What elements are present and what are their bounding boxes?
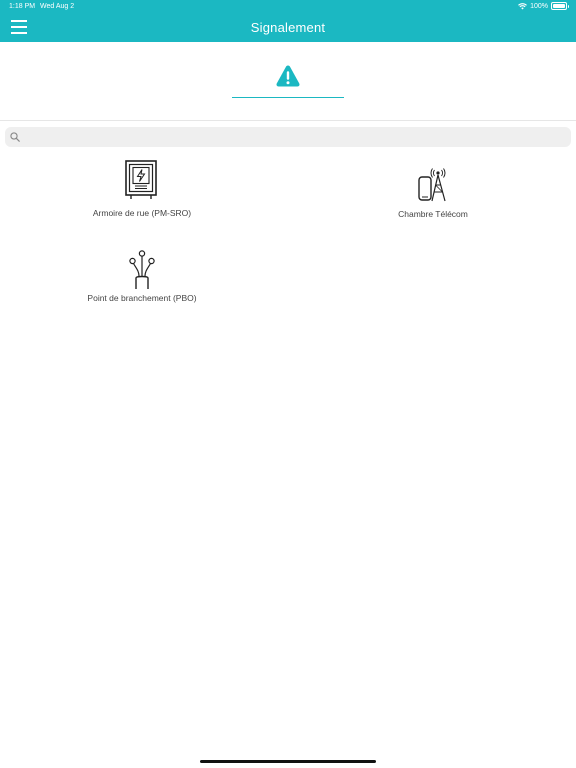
status-date: Wed Aug 2 xyxy=(40,3,75,10)
warning-icon xyxy=(276,65,300,87)
battery-percent: 100% xyxy=(530,2,548,10)
item-armoire-de-rue[interactable]: Armoire de rue (PM-SRO) xyxy=(52,160,232,218)
electrical-cabinet-icon xyxy=(125,160,157,199)
status-bar: 1:18 PM Wed Aug 2 100% xyxy=(0,0,576,14)
search-bar[interactable] xyxy=(5,127,571,149)
item-label: Chambre Télécom xyxy=(398,209,468,219)
status-time: 1:18 PM xyxy=(9,3,36,10)
telecom-tower-icon xyxy=(418,168,446,202)
item-label: Point de branchement (PBO) xyxy=(87,293,197,303)
item-point-de-branchement[interactable]: Point de branchement (PBO) xyxy=(52,250,232,303)
wifi-icon xyxy=(518,2,527,9)
page-title: Signalement xyxy=(250,20,326,35)
tab-signalement[interactable] xyxy=(232,64,344,99)
top-bar: 1:18 PM Wed Aug 2 100% Signalement xyxy=(0,0,576,42)
item-chambre-telecom[interactable]: Chambre Télécom xyxy=(343,168,523,219)
home-indicator[interactable] xyxy=(200,760,376,763)
divider xyxy=(0,120,576,121)
item-label: Armoire de rue (PM-SRO) xyxy=(92,208,192,218)
search-icon xyxy=(10,132,20,142)
status-indicators: 100% xyxy=(518,2,569,10)
tab-underline xyxy=(232,97,344,98)
fiber-connection-icon xyxy=(129,250,155,289)
search-input[interactable] xyxy=(25,127,569,149)
battery-icon xyxy=(551,2,569,10)
